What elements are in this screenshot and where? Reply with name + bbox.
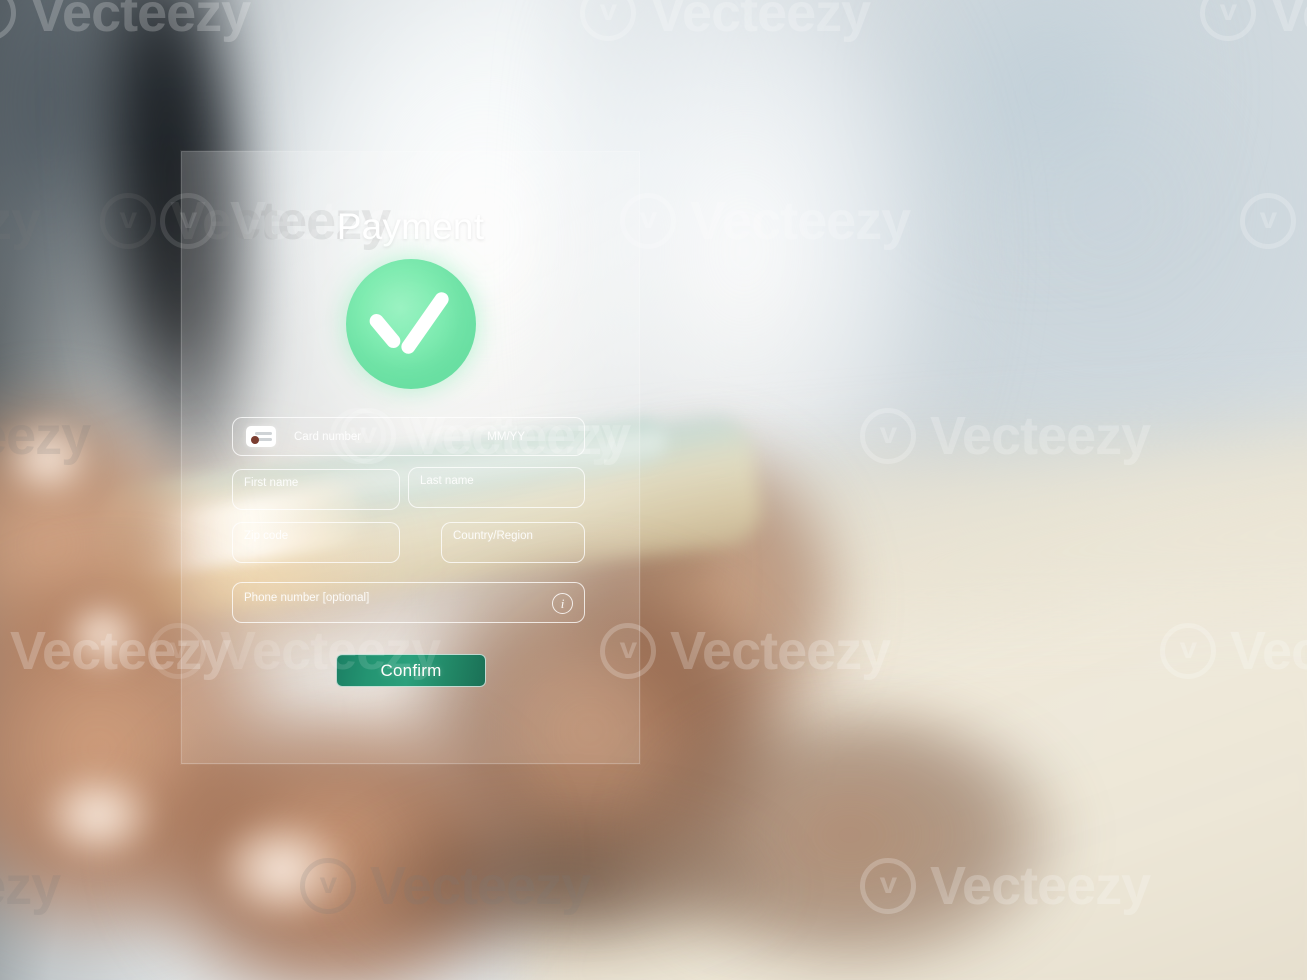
- info-icon[interactable]: i: [552, 593, 573, 614]
- confirm-button[interactable]: Confirm: [336, 654, 486, 687]
- phone-number-placeholder: Phone number [optional]: [244, 592, 370, 604]
- zip-code-field[interactable]: Zip code: [232, 522, 400, 563]
- fingernail-highlight-2: [212, 820, 352, 930]
- fingernail-highlight-1: [38, 772, 158, 868]
- fingernail-highlight-4: [0, 420, 96, 506]
- checkmark-glyph: [366, 289, 452, 357]
- fingernail-highlight-3: [60, 600, 146, 678]
- phone-number-field[interactable]: Phone number [optional] i: [232, 582, 585, 623]
- page-title: Payment: [336, 206, 485, 247]
- last-name-field[interactable]: Last name: [408, 467, 585, 508]
- country-region-placeholder: Country/Region: [453, 530, 533, 542]
- country-region-field[interactable]: Country/Region: [441, 522, 585, 563]
- card-expiry-placeholder: MM/YY: [487, 430, 525, 443]
- hand-shadow-crease: [330, 800, 790, 970]
- credit-card-icon: [246, 426, 276, 447]
- card-number-field[interactable]: Card number MM/YY: [232, 417, 585, 456]
- success-check-icon: [345, 259, 476, 389]
- first-name-field[interactable]: First name: [232, 469, 400, 510]
- payment-panel-content: Payment Card number MM/YY First name Las…: [182, 152, 639, 763]
- payment-panel: Payment Card number MM/YY First name Las…: [181, 151, 640, 764]
- screenshot-stage: v Vecteezy v Vecteezy v Vecteezy v Vecte…: [0, 0, 1307, 980]
- card-number-placeholder: Card number: [294, 430, 362, 443]
- zip-code-placeholder: Zip code: [244, 530, 289, 542]
- last-name-placeholder: Last name: [420, 475, 474, 487]
- first-name-placeholder: First name: [244, 477, 299, 489]
